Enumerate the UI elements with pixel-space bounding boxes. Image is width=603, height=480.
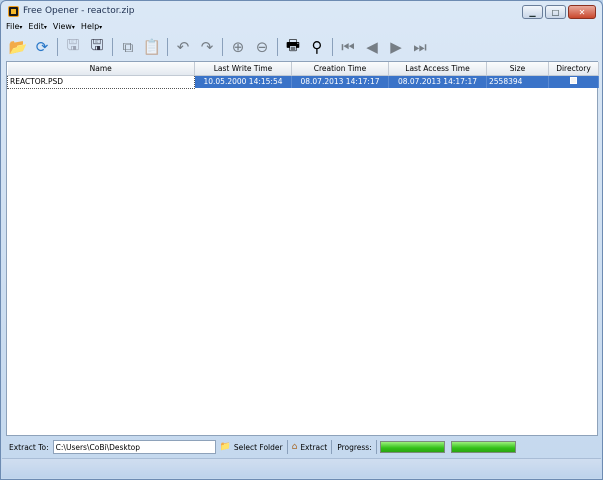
zoom-in-icon: ⊕ bbox=[231, 38, 245, 56]
save-icon: 🖫 bbox=[66, 35, 80, 54]
last-page-icon: ⏭ bbox=[413, 38, 427, 56]
find-binoculars-icon: ⚲ bbox=[311, 38, 323, 56]
maximize-button[interactable]: □ bbox=[545, 5, 566, 19]
window-title: Free Opener - reactor.zip bbox=[23, 6, 135, 16]
redo-button[interactable]: ↷ bbox=[195, 36, 219, 58]
extract-path-input[interactable] bbox=[52, 440, 216, 454]
save-as-button[interactable]: 🖫 bbox=[85, 36, 109, 58]
file-table: Name Last Write Time Creation Time Last … bbox=[7, 62, 599, 89]
extract-button[interactable]: ⌂ Extract bbox=[288, 440, 332, 454]
menu-file[interactable]: File▾ bbox=[6, 22, 22, 34]
menu-arrow-icon: ▾ bbox=[43, 24, 47, 31]
minimize-button[interactable]: ▁ bbox=[522, 5, 543, 19]
extract-bar: Extract To: 📁 Select Folder ⌂ Extract Pr… bbox=[6, 439, 598, 455]
minimize-icon: ▁ bbox=[529, 7, 536, 17]
column-header-last-access-time[interactable]: Last Access Time bbox=[388, 62, 487, 76]
save-button[interactable]: 🖫 bbox=[61, 36, 85, 58]
select-folder-button[interactable]: 📁 Select Folder bbox=[216, 440, 287, 454]
print-icon: 🖶 bbox=[285, 35, 301, 54]
undo-icon: ↶ bbox=[176, 38, 190, 56]
progress-fill-2 bbox=[451, 442, 515, 452]
copy-button[interactable]: ⧉ bbox=[116, 36, 140, 58]
cell-creation-time: 08.07.2013 14:17:17 bbox=[291, 75, 389, 88]
paste-button[interactable]: 📋 bbox=[140, 36, 164, 58]
column-header-creation-time[interactable]: Creation Time bbox=[291, 62, 389, 76]
refresh-icon: ⟳ bbox=[35, 38, 49, 56]
title-bar[interactable]: Free Opener - reactor.zip ▁ □ ✕ bbox=[1, 1, 602, 23]
copy-icon: ⧉ bbox=[122, 38, 134, 56]
extract-label: Extract bbox=[300, 442, 328, 452]
toolbar: 📂 ⟳ 🖫 🖫 ⧉ 📋 ↶ ↷ ⊕ ⊖ 🖶 ⚲ ⏮ ◀ ▶ ⏭ bbox=[6, 35, 598, 59]
extract-to-label: Extract To: bbox=[9, 442, 49, 452]
toolbar-separator bbox=[57, 38, 58, 56]
menu-arrow-icon: ▾ bbox=[99, 24, 103, 31]
next-page-button[interactable]: ▶ bbox=[384, 36, 408, 58]
cell-directory bbox=[548, 75, 599, 88]
zoom-out-icon: ⊖ bbox=[255, 38, 269, 56]
first-page-icon: ⏮ bbox=[341, 38, 355, 56]
cell-name[interactable]: REACTOR.PSD bbox=[7, 74, 195, 89]
redo-icon: ↷ bbox=[200, 38, 214, 56]
toolbar-separator bbox=[222, 38, 223, 56]
refresh-button[interactable]: ⟳ bbox=[30, 36, 54, 58]
column-header-name[interactable]: Name bbox=[7, 62, 195, 76]
toolbar-separator bbox=[332, 38, 333, 56]
cell-last-write-time: 10.05.2000 14:15:54 bbox=[194, 75, 292, 88]
folder-icon: 📁 bbox=[219, 442, 231, 452]
column-header-last-write-time[interactable]: Last Write Time bbox=[194, 62, 292, 76]
next-page-icon: ▶ bbox=[390, 38, 402, 56]
cell-last-access-time: 08.07.2013 14:17:17 bbox=[388, 75, 487, 88]
menu-arrow-icon: ▾ bbox=[71, 24, 75, 31]
table-header: Name Last Write Time Creation Time Last … bbox=[7, 62, 599, 76]
close-button[interactable]: ✕ bbox=[568, 5, 596, 19]
extract-icon: ⌂ bbox=[291, 442, 298, 452]
first-page-button[interactable]: ⏮ bbox=[336, 36, 360, 58]
undo-button[interactable]: ↶ bbox=[171, 36, 195, 58]
select-folder-label: Select Folder bbox=[233, 442, 283, 452]
last-page-button[interactable]: ⏭ bbox=[408, 36, 432, 58]
open-folder-icon: 📂 bbox=[8, 38, 28, 56]
paste-icon: 📋 bbox=[142, 38, 162, 56]
menu-bar: File▾ Edit▾ View▾ Help▾ bbox=[6, 22, 102, 34]
print-button[interactable]: 🖶 bbox=[281, 36, 305, 58]
previous-page-icon: ◀ bbox=[366, 38, 378, 56]
progress-fill-1 bbox=[380, 442, 444, 452]
bottom-separator bbox=[375, 440, 377, 454]
zoom-in-button[interactable]: ⊕ bbox=[226, 36, 250, 58]
progress-bar-1 bbox=[379, 441, 445, 453]
close-icon: ✕ bbox=[578, 7, 586, 17]
file-list[interactable]: Name Last Write Time Creation Time Last … bbox=[6, 61, 599, 436]
toolbar-separator bbox=[277, 38, 278, 56]
menu-arrow-icon: ▾ bbox=[19, 24, 23, 31]
menu-help[interactable]: Help▾ bbox=[81, 22, 102, 34]
menu-edit[interactable]: Edit▾ bbox=[28, 22, 47, 34]
find-button[interactable]: ⚲ bbox=[305, 36, 329, 58]
zoom-out-button[interactable]: ⊖ bbox=[250, 36, 274, 58]
open-button[interactable]: 📂 bbox=[6, 36, 30, 58]
directory-checkbox[interactable] bbox=[570, 77, 577, 85]
app-window: Free Opener - reactor.zip ▁ □ ✕ File▾ Ed… bbox=[0, 0, 603, 480]
column-header-size[interactable]: Size bbox=[486, 62, 549, 76]
cell-size: 2558394 bbox=[486, 75, 549, 88]
menu-view[interactable]: View▾ bbox=[53, 22, 75, 34]
app-icon bbox=[8, 6, 19, 17]
table-row[interactable]: REACTOR.PSD 10.05.2000 14:15:54 08.07.20… bbox=[7, 74, 599, 89]
previous-page-button[interactable]: ◀ bbox=[360, 36, 384, 58]
toolbar-separator bbox=[112, 38, 113, 56]
progress-bar-2 bbox=[450, 441, 516, 453]
maximize-icon: □ bbox=[551, 7, 560, 17]
progress-label: Progress: bbox=[337, 442, 372, 452]
save-as-icon: 🖫 bbox=[90, 35, 104, 54]
column-header-directory[interactable]: Directory bbox=[548, 62, 599, 76]
toolbar-separator bbox=[167, 38, 168, 56]
status-bar bbox=[2, 458, 601, 478]
